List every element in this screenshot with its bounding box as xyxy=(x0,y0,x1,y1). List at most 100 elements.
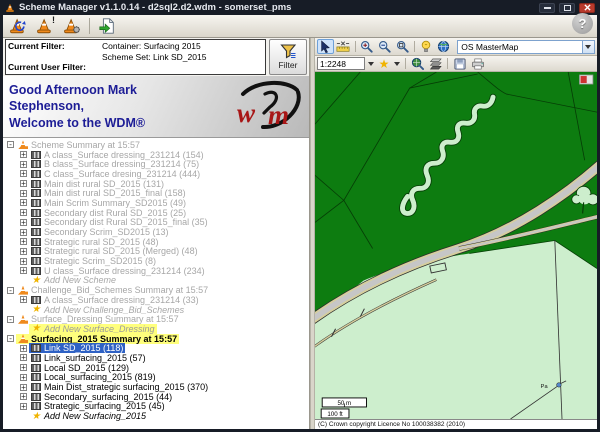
favourites-star-button[interactable]: ★ xyxy=(377,56,391,71)
filter-button[interactable]: Filter xyxy=(269,39,307,75)
map-canvas[interactable]: Pa 50 m 100 ft xyxy=(315,72,597,429)
tree-expander[interactable]: + xyxy=(20,238,27,245)
tree-item[interactable]: + C class_Surface dresing_231214 (444) xyxy=(5,169,309,179)
tree-item[interactable]: Add New Scheme xyxy=(5,276,309,286)
search-globe-button[interactable] xyxy=(409,56,426,71)
tree-expander[interactable]: + xyxy=(20,209,27,216)
zoom-extent-button[interactable] xyxy=(394,39,411,54)
tree-item-content[interactable]: Secondary dist Rural SD_2015_final (35) xyxy=(29,217,210,227)
tree-item[interactable]: + Main dist rural SD_2015_final (158) xyxy=(5,188,309,198)
tree-item-content[interactable]: Surfacing_2015 Summary at 15:57 xyxy=(16,334,179,344)
tree-item-content[interactable]: B class_Surface dressing_231214 (75) xyxy=(29,159,201,169)
tree-item-content[interactable]: Link_surfacing_2015 (57) xyxy=(29,353,148,363)
tree-item-content[interactable]: Challenge_Bid_Schemes Summary at 15:57 xyxy=(16,285,210,295)
tree-item[interactable]: + Secondary dist Rural SD_2015_final (35… xyxy=(5,218,309,228)
close-button[interactable] xyxy=(579,3,595,13)
tree-item-content[interactable]: Local_surfacing_2015 (819) xyxy=(29,372,158,382)
tree-item[interactable]: + Strategic_surfacing_2015 (45) xyxy=(5,402,309,412)
tree-expander[interactable]: - xyxy=(7,141,14,148)
tree-expander[interactable]: + xyxy=(20,393,27,400)
tree-expander[interactable]: + xyxy=(20,199,27,206)
tree-expander[interactable]: + xyxy=(20,151,27,158)
tree-item[interactable]: + Main dist rural SD_2015 (131) xyxy=(5,179,309,189)
tree-expander[interactable]: + xyxy=(20,374,27,381)
tree-item-content[interactable]: Scheme Summary at 15:57 xyxy=(16,140,142,150)
scheme-cone-refresh-button[interactable] xyxy=(6,16,30,37)
tree-item-content[interactable]: Local SD_2015 (129) xyxy=(29,363,131,373)
tree-expander[interactable]: + xyxy=(20,248,27,255)
layers-button[interactable] xyxy=(427,56,444,71)
print-button[interactable] xyxy=(469,56,486,71)
report-export-button[interactable] xyxy=(95,16,119,37)
save-button[interactable] xyxy=(451,56,468,71)
tree-item[interactable]: + Secondary_surfacing_2015 (44) xyxy=(5,392,309,402)
tree-item-content[interactable]: Main Scrim Summary_SD2015 (49) xyxy=(29,198,188,208)
tree-expander[interactable]: - xyxy=(7,287,14,294)
highlight-bulb-button[interactable] xyxy=(418,39,435,54)
tree-item-content[interactable]: U class_Surface dressing_231214 (234) xyxy=(29,266,207,276)
map-scale-input[interactable]: 1:2248 xyxy=(317,57,365,70)
tree-item-content[interactable]: Main Dist_strategic surfacing_2015 (370) xyxy=(29,382,210,392)
tree-item-content[interactable]: C class_Surface dresing_231214 (444) xyxy=(29,169,202,179)
tree-item[interactable]: + Strategic rural SD_2015 (Merged) (48) xyxy=(5,247,309,257)
maximize-button[interactable] xyxy=(559,3,575,13)
tree-expander[interactable]: + xyxy=(20,267,27,274)
tree-item-content[interactable]: Secondary Scrim_SD2015 (13) xyxy=(29,227,171,237)
tree-expander[interactable]: + xyxy=(20,384,27,391)
tree-expander[interactable]: + xyxy=(20,161,27,168)
tree-item[interactable]: Add New Surfacing_2015 xyxy=(5,411,309,421)
tree-item-content[interactable]: Strategic_surfacing_2015 (45) xyxy=(29,401,167,411)
tree-item-content[interactable]: Secondary dist Rural SD_2015 (25) xyxy=(29,208,188,218)
minimize-button[interactable] xyxy=(539,3,555,13)
tree-item[interactable]: + Secondary dist Rural SD_2015 (25) xyxy=(5,208,309,218)
tree-item[interactable]: + B class_Surface dressing_231214 (75) xyxy=(5,159,309,169)
favourites-dropdown-arrow[interactable] xyxy=(392,57,402,70)
tree-expander[interactable]: + xyxy=(20,403,27,410)
pointer-tool-button[interactable] xyxy=(317,39,334,54)
scheme-cone-settings-button[interactable] xyxy=(60,16,84,37)
tree-item[interactable]: + Local SD_2015 (129) xyxy=(5,363,309,373)
tree-item-content[interactable]: Main dist rural SD_2015 (131) xyxy=(29,179,166,189)
tree-item-content[interactable]: Strategic rural SD_2015 (Merged) (48) xyxy=(29,246,200,256)
tree-expander[interactable]: + xyxy=(20,219,27,226)
tree-expander[interactable]: + xyxy=(20,364,27,371)
tree-item[interactable]: - Challenge_Bid_Schemes Summary at 15:57 xyxy=(5,285,309,295)
chevron-down-icon[interactable] xyxy=(582,41,594,53)
zoom-out-button[interactable] xyxy=(376,39,393,54)
tree-item-content[interactable]: Secondary_surfacing_2015 (44) xyxy=(29,392,174,402)
tree-item-content[interactable]: Surface_Dressing Summary at 15:57 xyxy=(16,314,181,324)
tree-expander[interactable]: + xyxy=(20,345,27,352)
tree-item[interactable]: + A class_Surface dressing_231214 (33) xyxy=(5,295,309,305)
overview-dock-icon[interactable] xyxy=(580,75,593,84)
tree-item[interactable]: Add New Challenge_Bid_Schemes xyxy=(5,305,309,315)
globe-layer-button[interactable] xyxy=(435,39,452,54)
help-button[interactable]: ? xyxy=(572,13,593,34)
tree-item-content[interactable]: Add New Surface_Dressing xyxy=(29,324,157,334)
tree-expander[interactable]: + xyxy=(20,258,27,265)
tree-item-content[interactable]: Add New Challenge_Bid_Schemes xyxy=(29,305,186,315)
scheme-cone-alert-button[interactable]: ! xyxy=(33,16,57,37)
tree-item-content[interactable]: Main dist rural SD_2015_final (158) xyxy=(29,188,188,198)
tree-item-content[interactable]: Strategic rural SD_2015 (48) xyxy=(29,237,161,247)
tree-item-content[interactable]: Strategic Scrim_SD2015 (8) xyxy=(29,256,158,266)
tree-item[interactable]: + Link SD_2015 (118) xyxy=(5,343,309,353)
tree-expander[interactable]: - xyxy=(7,316,14,323)
map-layer-select[interactable]: OS MasterMap xyxy=(457,40,595,54)
tree-item[interactable]: + Strategic Scrim_SD2015 (8) xyxy=(5,256,309,266)
tree-expander[interactable]: - xyxy=(7,335,14,342)
tree-item-content[interactable]: A class_Surface dressing_231214 (154) xyxy=(29,150,206,160)
tree-expander[interactable]: + xyxy=(20,229,27,236)
tree-item[interactable]: Add New Surface_Dressing xyxy=(5,324,309,334)
tree-expander[interactable]: + xyxy=(20,190,27,197)
measure-tool-button[interactable] xyxy=(335,39,352,54)
tree-item-content[interactable]: Link SD_2015 (118) xyxy=(29,343,125,353)
tree-item[interactable]: - Surfacing_2015 Summary at 15:57 xyxy=(5,334,309,344)
tree-item[interactable]: + A class_Surface dressing_231214 (154) xyxy=(5,150,309,160)
zoom-in-button[interactable] xyxy=(358,39,375,54)
tree-expander[interactable]: + xyxy=(20,354,27,361)
tree-item[interactable]: - Scheme Summary at 15:57 xyxy=(5,140,309,150)
tree-item[interactable]: - Surface_Dressing Summary at 15:57 xyxy=(5,314,309,324)
tree-item[interactable]: + Local_surfacing_2015 (819) xyxy=(5,373,309,383)
tree-item[interactable]: + Main Scrim Summary_SD2015 (49) xyxy=(5,198,309,208)
tree-item[interactable]: + Strategic rural SD_2015 (48) xyxy=(5,237,309,247)
